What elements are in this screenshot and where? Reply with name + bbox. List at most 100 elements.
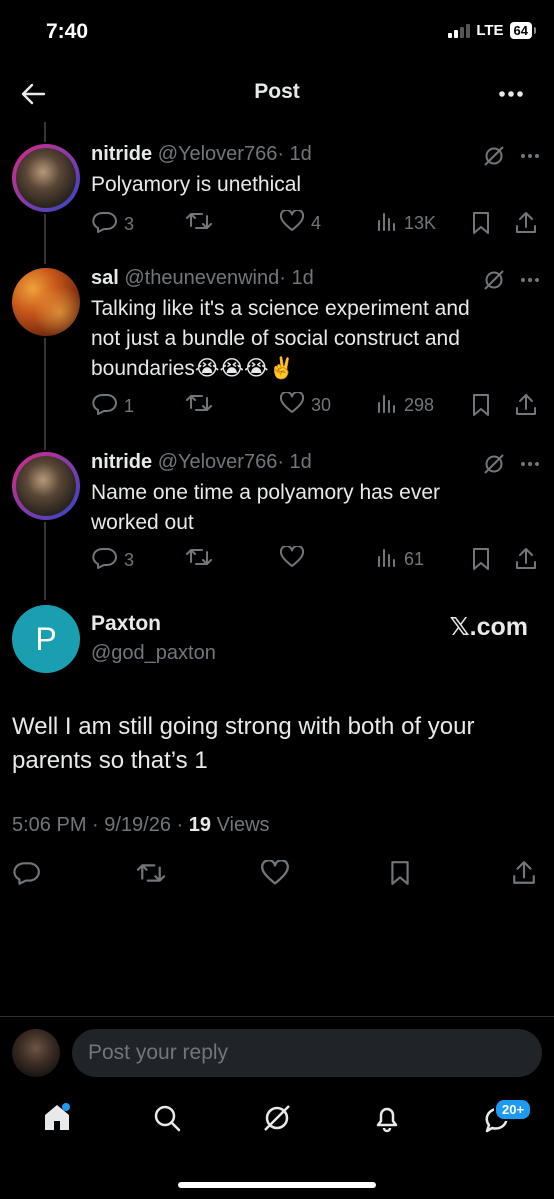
post-text-line: not just a bundle of social construct an…	[91, 327, 460, 350]
views-button[interactable]: 13K	[376, 210, 436, 237]
status-time: 7:40	[46, 20, 89, 43]
repost-button[interactable]	[186, 392, 218, 419]
views-label: Views	[211, 814, 270, 836]
post-text-line: Name one time a polyamory has ever	[91, 481, 440, 504]
battery-icon: 64	[509, 22, 537, 39]
author-handle[interactable]: @Yelover766	[158, 143, 278, 165]
bookmark-icon[interactable]	[385, 858, 415, 888]
thread-line	[44, 122, 46, 142]
post-text-line: worked out	[91, 511, 194, 534]
like-button[interactable]	[279, 544, 311, 573]
avatar[interactable]: P	[12, 605, 80, 673]
post-text-line: boundaries😭😭😭✌️	[91, 357, 295, 380]
reply-button[interactable]: 3	[92, 210, 134, 239]
heart-icon	[279, 208, 305, 237]
grok-icon[interactable]	[482, 268, 506, 292]
share-icon[interactable]	[513, 392, 539, 418]
messages-badge: 20+	[494, 1098, 533, 1121]
views-icon	[376, 210, 398, 237]
author-handle[interactable]: @Yelover766	[158, 451, 278, 473]
more-icon[interactable]	[518, 452, 542, 476]
post-timestamp: 5:06 PM · 9/19/26 ·	[12, 814, 189, 836]
views-button[interactable]: 298	[376, 392, 434, 419]
home-indicator	[178, 1182, 376, 1188]
author-name[interactable]: Paxton	[91, 612, 161, 636]
more-icon[interactable]	[518, 268, 542, 292]
share-icon[interactable]	[513, 210, 539, 236]
share-icon[interactable]	[513, 546, 539, 572]
author-name[interactable]: nitride	[91, 143, 152, 165]
author-handle[interactable]: @god_paxton	[91, 642, 216, 665]
thread-post[interactable]: nitride @Yelover766· 1d Name one time a …	[0, 448, 554, 588]
reply-icon	[92, 392, 118, 421]
author-name[interactable]: sal	[91, 267, 119, 289]
views-icon	[376, 392, 398, 419]
views-count: 61	[404, 549, 425, 569]
repost-icon	[186, 546, 212, 573]
reply-button[interactable]: 3	[92, 546, 134, 575]
share-icon[interactable]	[509, 858, 539, 888]
bookmark-icon[interactable]	[468, 546, 494, 572]
heart-icon[interactable]	[259, 858, 291, 888]
reply-icon	[92, 210, 118, 239]
reply-icon[interactable]	[12, 858, 42, 888]
post-text-line: parents so that’s 1	[12, 747, 208, 774]
grok-icon[interactable]	[260, 1101, 294, 1135]
avatar[interactable]	[12, 452, 80, 520]
signal-icon	[448, 23, 471, 38]
post-meta: 5:06 PM · 9/19/26 · 19 Views	[12, 814, 270, 837]
repost-icon	[186, 392, 212, 419]
repost-icon	[186, 210, 212, 237]
main-post-text: Well I am still going strong with both o…	[12, 710, 474, 778]
reply-count: 3	[124, 214, 135, 234]
search-icon[interactable]	[150, 1101, 184, 1135]
divider	[0, 1016, 554, 1017]
author-handle[interactable]: @theunevenwind	[124, 267, 279, 289]
like-button[interactable]: 4	[279, 208, 322, 237]
reply-icon	[92, 546, 118, 575]
page-title: Post	[254, 80, 300, 103]
more-icon[interactable]	[518, 144, 542, 168]
post-text: Talking like it's a science experiment a…	[91, 294, 470, 384]
post-age: · 1d	[277, 451, 312, 473]
repost-button[interactable]	[186, 546, 218, 573]
grok-icon[interactable]	[482, 144, 506, 168]
reply-input[interactable]: Post your reply	[72, 1029, 542, 1077]
bookmark-icon[interactable]	[468, 210, 494, 236]
x-watermark: 𝕏.com	[449, 613, 529, 641]
heart-icon	[279, 390, 305, 419]
post-text-line: Talking like it's a science experiment a…	[91, 297, 470, 320]
like-count: 4	[311, 213, 322, 233]
home-icon[interactable]	[40, 1100, 74, 1134]
bookmark-icon[interactable]	[468, 392, 494, 418]
repost-icon[interactable]	[135, 858, 167, 888]
views-count: 19	[188, 814, 212, 836]
views-button[interactable]: 61	[376, 546, 424, 573]
thread-post[interactable]: sal @theunevenwind· 1d Talking like it's…	[0, 264, 554, 434]
avatar[interactable]	[12, 144, 80, 212]
status-bar-right: LTE 64	[448, 22, 537, 39]
views-icon	[376, 546, 398, 573]
post-text-line: Well I am still going strong with both o…	[12, 713, 475, 740]
post-age: · 1d	[279, 267, 314, 289]
post-age: · 1d	[277, 143, 312, 165]
post-text: Polyamory is unethical	[91, 173, 302, 196]
thread-post[interactable]: nitride @Yelover766· 1d Polyamory is une…	[0, 140, 554, 250]
grok-icon[interactable]	[482, 452, 506, 476]
author-name[interactable]: nitride	[91, 451, 152, 473]
heart-icon	[279, 544, 305, 573]
my-avatar[interactable]	[12, 1029, 60, 1077]
post-text: Name one time a polyamory has ever worke…	[91, 478, 440, 538]
notifications-icon[interactable]	[370, 1101, 404, 1135]
views-count: 298	[404, 395, 435, 415]
reply-count: 3	[124, 550, 135, 570]
views-count: 13K	[404, 213, 437, 233]
like-button[interactable]: 30	[279, 390, 332, 419]
avatar[interactable]	[12, 268, 80, 336]
more-options-icon[interactable]	[496, 80, 526, 108]
like-count: 30	[311, 395, 332, 415]
reply-count: 1	[124, 396, 135, 416]
reply-button[interactable]: 1	[92, 392, 134, 421]
network-label: LTE	[476, 22, 504, 39]
repost-button[interactable]	[186, 210, 218, 237]
